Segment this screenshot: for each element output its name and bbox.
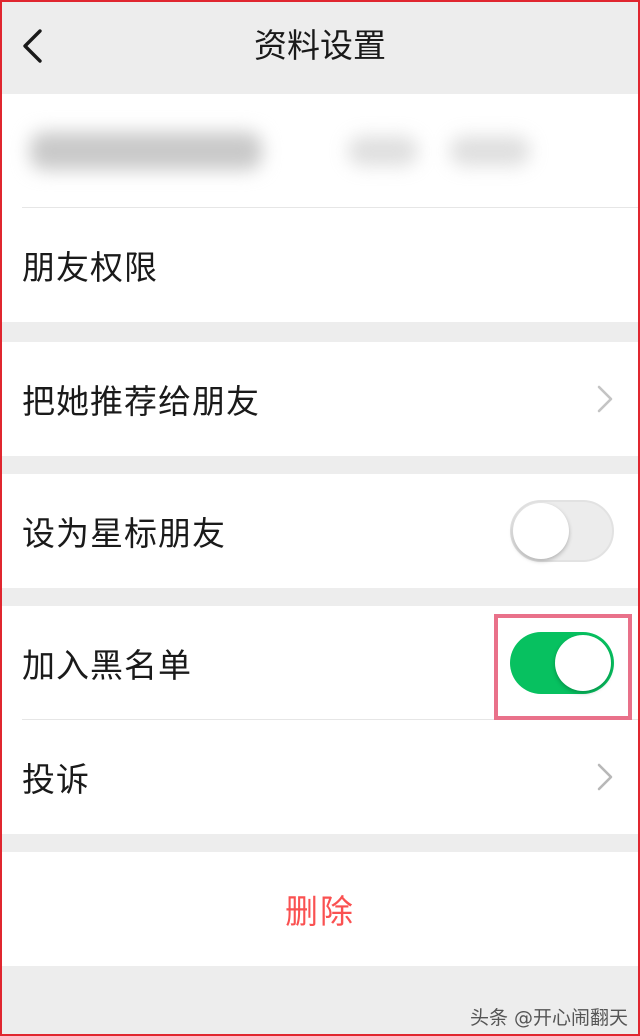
- row-friend-permissions[interactable]: 朋友权限: [0, 208, 640, 322]
- star-friend-toggle[interactable]: [510, 500, 614, 562]
- row-recommend-to-friends[interactable]: 把她推荐给朋友: [0, 342, 640, 456]
- watermark: 头条 @开心闹翻天: [469, 1007, 628, 1029]
- row-label: 设为星标朋友: [22, 514, 226, 553]
- row-label: 加入黑名单: [22, 646, 192, 685]
- blurred-text: [348, 136, 418, 166]
- settings-group-privacy: 朋友权限: [0, 94, 640, 322]
- page-title: 资料设置: [254, 26, 386, 65]
- row-label: 朋友权限: [22, 248, 158, 287]
- toggle-knob: [513, 503, 569, 559]
- blurred-profile-row: [0, 94, 640, 208]
- row-label: 把她推荐给朋友: [22, 382, 260, 421]
- chevron-right-icon: [597, 763, 613, 791]
- delete-button[interactable]: 删除: [0, 852, 640, 966]
- settings-group-star: 设为星标朋友: [0, 474, 640, 588]
- chevron-right-icon: [597, 385, 613, 413]
- blurred-text: [30, 132, 262, 170]
- row-star-friend: 设为星标朋友: [0, 474, 640, 588]
- row-label: 投诉: [22, 760, 90, 799]
- blurred-text: [450, 136, 530, 166]
- row-report[interactable]: 投诉: [0, 720, 640, 834]
- settings-group-recommend: 把她推荐给朋友: [0, 342, 640, 456]
- highlight-box: [494, 614, 632, 720]
- navigation-bar: 资料设置: [0, 0, 640, 94]
- delete-label: 删除: [285, 892, 355, 931]
